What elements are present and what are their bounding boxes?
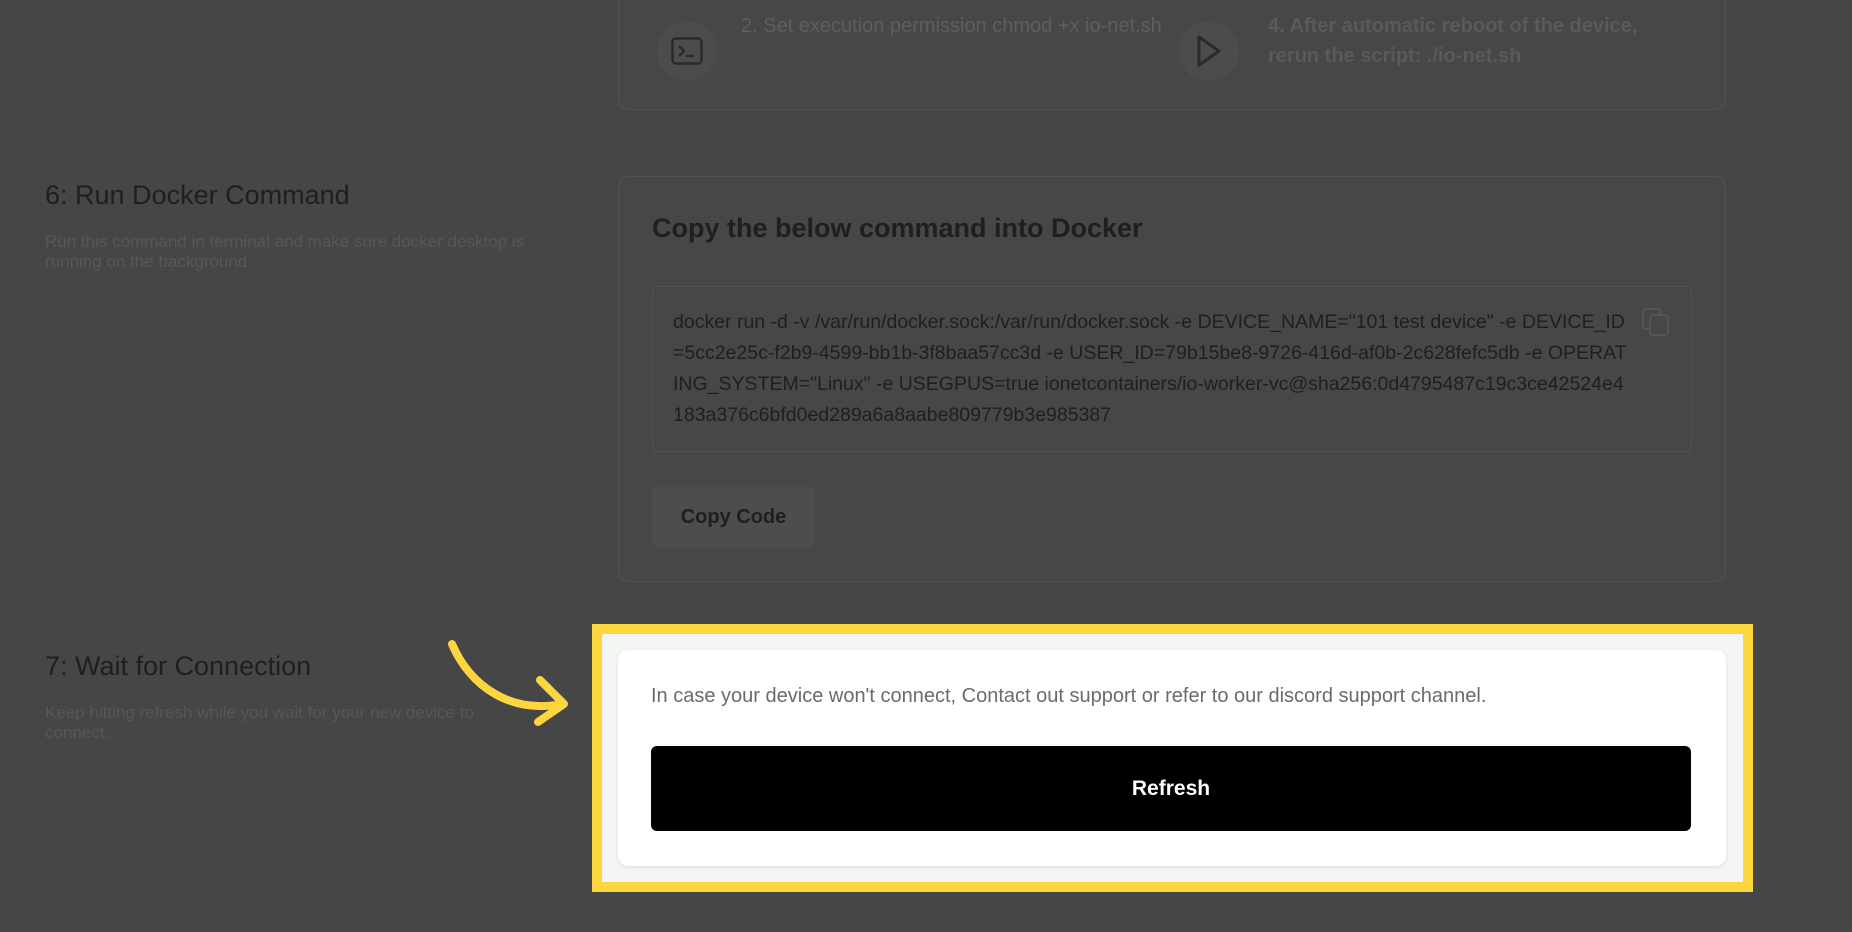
step7-title: 7: Wait for Connection xyxy=(45,651,312,681)
play-icon xyxy=(1197,35,1221,67)
terminal-icon-circle xyxy=(657,21,717,81)
terminal-icon xyxy=(671,37,703,65)
connection-card: In case your device won't connect, Conta… xyxy=(618,650,1726,866)
step6-title: 6: Run Docker Command xyxy=(45,180,350,210)
connection-help-text: In case your device won't connect, Conta… xyxy=(651,685,1487,707)
docker-command-card: Copy the below command into Docker docke… xyxy=(618,176,1726,582)
step5-card: 2. Set execution permission chmod +x io-… xyxy=(618,0,1726,110)
refresh-button[interactable]: Refresh xyxy=(651,746,1691,831)
copy-icon[interactable] xyxy=(1641,307,1671,337)
step5-item2-text: 2. Set execution permission chmod +x io-… xyxy=(741,15,1162,37)
arrow-pointer-icon xyxy=(448,640,568,726)
step6-description: Run this command in terminal and make su… xyxy=(45,232,525,271)
copy-code-button[interactable]: Copy Code xyxy=(652,487,815,547)
step5-item4-text: 4. After automatic reboot of the device,… xyxy=(1268,15,1638,67)
play-icon-circle xyxy=(1179,21,1239,81)
command-code-box: docker run -d -v /var/run/docker.sock:/v… xyxy=(652,286,1692,452)
docker-command-text: docker run -d -v /var/run/docker.sock:/v… xyxy=(673,311,1627,426)
page: 2. Set execution permission chmod +x io-… xyxy=(0,0,1852,932)
docker-card-heading: Copy the below command into Docker xyxy=(652,213,1143,243)
